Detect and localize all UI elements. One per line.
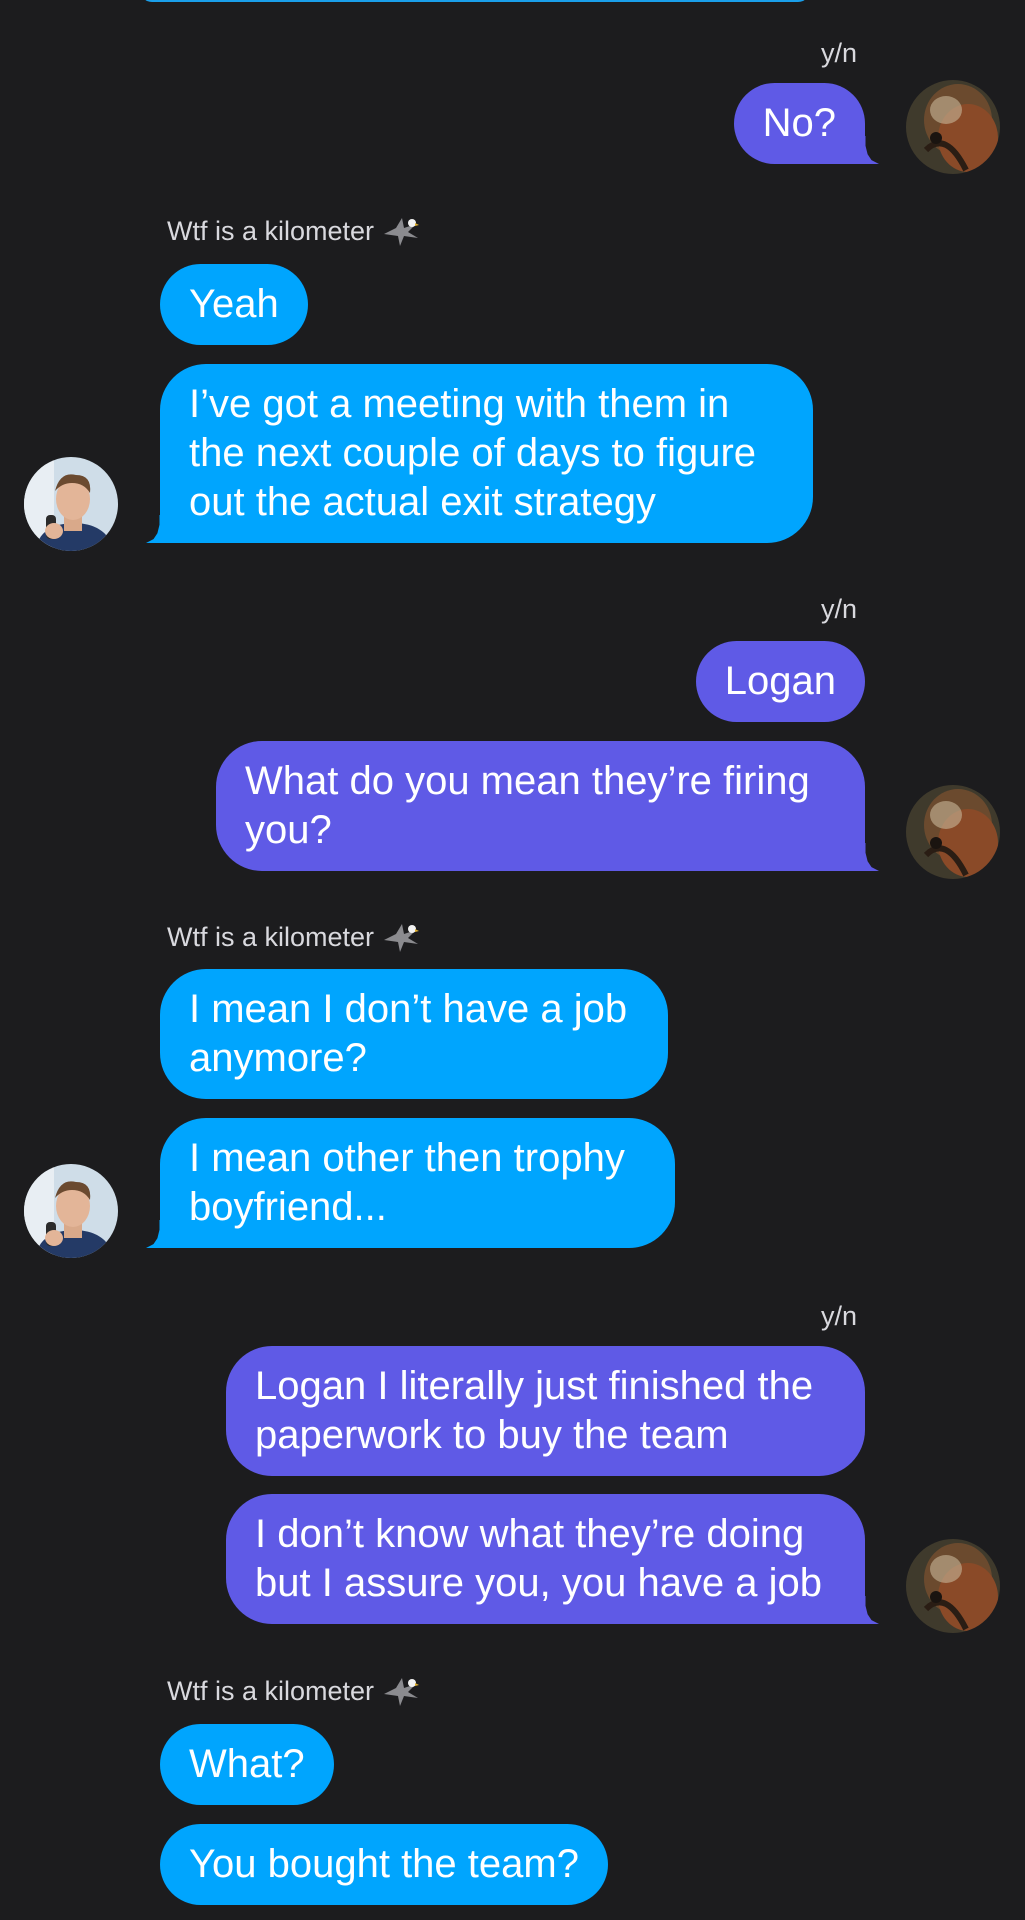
avatar-me-image xyxy=(906,1539,1000,1633)
message-bubble-them[interactable]: You bought the team? xyxy=(160,1824,608,1905)
sender-name-them-text: Wtf is a kilometer xyxy=(167,921,375,952)
message-bubble-them[interactable]: I mean I don’t have a job anymore? xyxy=(160,969,668,1099)
message-bubble-them[interactable]: I mean other then trophy boyfriend... xyxy=(160,1118,675,1248)
message-bubble-me[interactable]: I don’t know what they’re doing but I as… xyxy=(226,1494,865,1624)
eagle-icon xyxy=(384,218,420,246)
avatar-me[interactable] xyxy=(906,785,1000,879)
sender-name-me: y/n xyxy=(820,594,857,624)
message-bubble-them[interactable]: I’ve got a meeting with them in the next… xyxy=(160,364,813,543)
avatar-them[interactable] xyxy=(24,457,118,551)
avatar-them[interactable] xyxy=(24,1164,118,1258)
message-bubble-me[interactable]: Logan xyxy=(695,641,865,722)
avatar-them-image xyxy=(24,1164,118,1258)
message-bubble-me[interactable]: What do you mean they’re firing you? xyxy=(216,741,865,871)
sender-name-them-text: Wtf is a kilometer xyxy=(167,1675,375,1706)
sender-name-me: y/n xyxy=(820,1301,857,1331)
sender-name-them: Wtf is a kilometer xyxy=(167,214,420,248)
avatar-me-image xyxy=(906,80,1000,174)
sender-name-them-text: Wtf is a kilometer xyxy=(167,215,375,246)
sender-name-them: Wtf is a kilometer xyxy=(167,920,420,954)
message-bubble-me[interactable]: No? xyxy=(733,83,865,164)
sender-name-me: y/n xyxy=(820,38,857,68)
previous-message-bubble xyxy=(140,0,810,2)
sender-name-them: Wtf is a kilometer xyxy=(167,1674,420,1708)
eagle-icon xyxy=(384,1678,420,1706)
message-bubble-them[interactable]: Yeah xyxy=(160,264,308,345)
avatar-me-image xyxy=(906,785,1000,879)
avatar-me[interactable] xyxy=(906,80,1000,174)
avatar-them-image xyxy=(24,457,118,551)
message-bubble-them[interactable]: What? xyxy=(160,1724,334,1805)
eagle-icon xyxy=(384,924,420,952)
avatar-me[interactable] xyxy=(906,1539,1000,1633)
message-bubble-me[interactable]: Logan I literally just finished the pape… xyxy=(226,1346,865,1476)
